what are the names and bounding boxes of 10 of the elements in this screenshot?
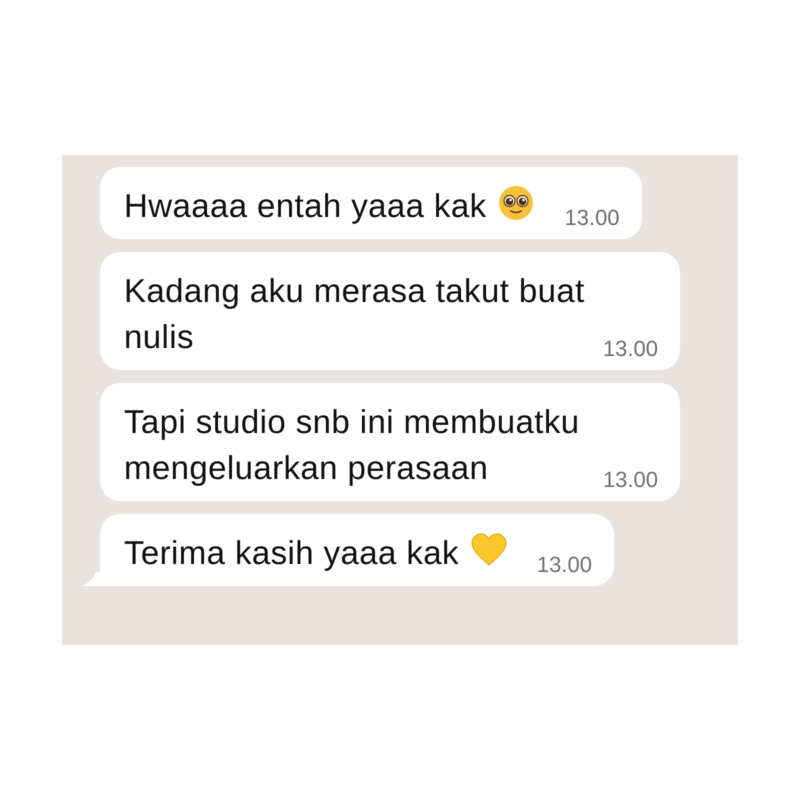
message-time: 13.00	[602, 469, 658, 491]
message-time: 13.00	[602, 338, 658, 360]
message-text: Kadang aku merasa takut buat nulis	[124, 272, 585, 355]
message-time: 13.00	[536, 554, 592, 576]
heart-icon	[470, 532, 507, 568]
message-time: 13.00	[564, 207, 620, 229]
message-text: Tapi studio snb ini membuatku mengeluarkan perasaan	[124, 403, 580, 486]
message-text: Hwaaaa entah yaaa kak	[124, 187, 486, 224]
pleading-face-icon	[498, 185, 534, 221]
message-text: Terima kasih yaaa kak	[124, 534, 459, 571]
